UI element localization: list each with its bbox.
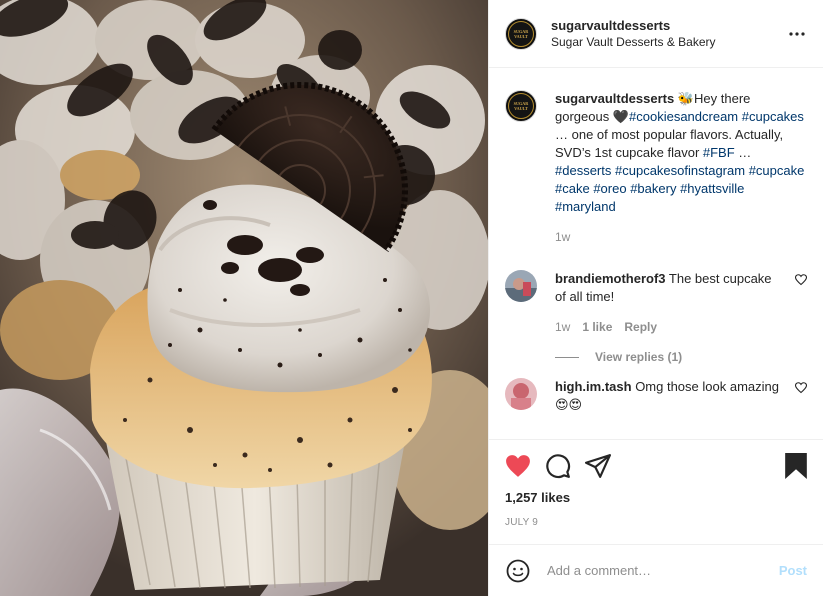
comment-age[interactable]: 1w	[555, 318, 570, 336]
commenter-avatar[interactable]	[505, 270, 537, 302]
emoji-icon	[506, 559, 530, 582]
svg-text:VAULT: VAULT	[514, 34, 528, 39]
hashtag-link[interactable]: #FBF	[703, 145, 735, 160]
emoji-button[interactable]	[505, 558, 531, 584]
share-icon	[585, 454, 611, 478]
vault-logo-icon: SUGAR VAULT	[514, 101, 530, 111]
bee-emoji: 🐝	[677, 91, 695, 106]
vault-logo-icon: SUGAR VAULT	[514, 29, 530, 39]
svg-text:VAULT: VAULT	[514, 106, 528, 111]
reply-button[interactable]: Reply	[624, 318, 657, 336]
view-replies-button[interactable]: View replies (1)	[555, 350, 807, 364]
comment-item: high.im.tash Omg those look amazing 😍😍	[505, 378, 807, 414]
comment-item: brandiemotherof3 The best cupcake of all…	[505, 270, 807, 336]
share-button[interactable]	[585, 446, 625, 486]
post-date[interactable]: JULY 9	[505, 517, 807, 528]
comments-list[interactable]: SUGAR VAULT sugarvaultdesserts 🐝Hey ther…	[489, 68, 823, 439]
comment-likes[interactable]: 1 like	[582, 318, 612, 336]
user-photo-icon	[505, 270, 537, 302]
hashtag-link[interactable]: #cupcakes	[742, 109, 804, 124]
bookmark-icon	[785, 453, 807, 479]
hashtag-link[interactable]: #maryland	[555, 199, 616, 214]
hashtag-link[interactable]: #cupcakesofinstagram	[615, 163, 745, 178]
caption-username[interactable]: sugarvaultdesserts	[555, 91, 674, 106]
hashtag-link[interactable]: #cake	[555, 181, 590, 196]
cupcake-image	[0, 0, 488, 596]
hashtag-link[interactable]: #hyattsville	[680, 181, 744, 196]
post-photo[interactable]	[0, 0, 488, 596]
comment-meta: 1w 1 like Reply	[555, 318, 783, 336]
comment-icon	[546, 454, 571, 479]
comment-username[interactable]: brandiemotherof3	[555, 271, 666, 286]
instagram-post: SUGAR VAULT sugarvaultdesserts Sugar Vau…	[0, 0, 823, 596]
comment-button[interactable]	[545, 446, 585, 486]
add-comment-bar: Post	[489, 544, 823, 596]
view-replies-label: View replies (1)	[595, 350, 683, 364]
caption-text: sugarvaultdesserts 🐝Hey there gorgeous 🖤…	[555, 90, 807, 216]
profile-avatar[interactable]: SUGAR VAULT	[505, 17, 537, 50]
brand-logo: SUGAR VAULT	[508, 20, 534, 47]
like-comment-button[interactable]	[783, 378, 807, 394]
user-photo-icon	[505, 378, 537, 410]
small-heart-icon	[795, 274, 807, 286]
commenter-avatar[interactable]	[505, 378, 537, 410]
caption: SUGAR VAULT sugarvaultdesserts 🐝Hey ther…	[505, 90, 807, 246]
hashtag-link[interactable]: #oreo	[593, 181, 626, 196]
action-bar: 1,257 likes JULY 9	[489, 439, 823, 544]
hashtag-link[interactable]: #cookiesandcream	[629, 109, 738, 124]
hashtag-link[interactable]: #desserts	[555, 163, 611, 178]
save-button[interactable]	[767, 446, 807, 486]
more-icon	[789, 31, 805, 36]
like-comment-button[interactable]	[783, 270, 807, 286]
location-link[interactable]: Sugar Vault Desserts & Bakery	[551, 34, 785, 51]
comment-input[interactable]	[547, 563, 779, 578]
comment-username[interactable]: high.im.tash	[555, 379, 632, 394]
post-sidebar: SUGAR VAULT sugarvaultdesserts Sugar Vau…	[488, 0, 823, 596]
post-comment-button[interactable]: Post	[779, 563, 807, 578]
brand-logo-small: SUGAR VAULT	[508, 93, 534, 119]
replies-divider	[555, 356, 579, 358]
hashtag-link[interactable]: #cupcake	[749, 163, 805, 178]
small-heart-icon	[795, 382, 807, 394]
caption-ellipsis: …	[734, 145, 752, 160]
post-header: SUGAR VAULT sugarvaultdesserts Sugar Vau…	[489, 0, 823, 68]
header-username[interactable]: sugarvaultdesserts	[551, 17, 785, 34]
like-button[interactable]	[505, 446, 545, 486]
heart-icon	[506, 455, 530, 477]
caption-age[interactable]: 1w	[555, 228, 570, 246]
caption-avatar[interactable]: SUGAR VAULT	[505, 90, 537, 122]
caption-meta: 1w	[555, 228, 807, 246]
hashtag-link[interactable]: #bakery	[630, 181, 676, 196]
likes-count[interactable]: 1,257 likes	[505, 490, 807, 505]
more-options-button[interactable]	[785, 22, 809, 46]
